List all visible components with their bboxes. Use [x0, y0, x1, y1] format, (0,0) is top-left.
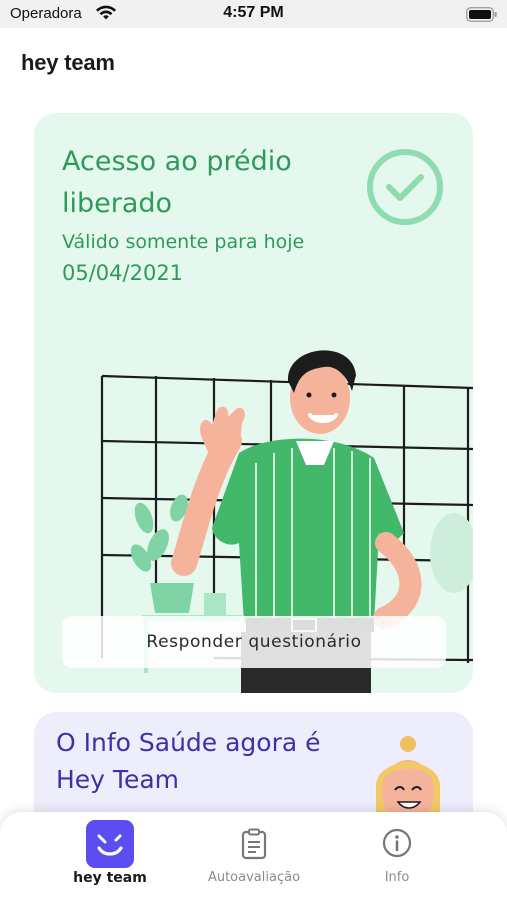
- clock: 4:57 PM: [223, 4, 284, 21]
- clipboard-icon: [241, 828, 267, 860]
- hey-team-logo-icon: [86, 820, 134, 868]
- nav-item-autoavaliacao[interactable]: Autoavaliação: [184, 812, 324, 900]
- access-date: 05/04/2021: [62, 261, 184, 285]
- status-bar: Operadora 4:57 PM: [0, 0, 507, 28]
- access-subtitle: Válido somente para hoje: [62, 231, 305, 253]
- nav-label-info: Info: [384, 870, 410, 885]
- access-card: Acesso ao prédio liberado Válido somente…: [34, 113, 473, 693]
- access-title: Acesso ao prédio liberado: [62, 146, 292, 219]
- bottom-navigation: hey team Autoavaliação Info: [0, 812, 507, 900]
- nav-item-hey-team[interactable]: hey team: [40, 812, 180, 900]
- info-card-title: O Info Saúde agora é Hey Team: [56, 728, 321, 794]
- nav-label-autoavaliacao: Autoavaliação: [207, 870, 301, 885]
- nav-item-info[interactable]: Info: [327, 812, 467, 900]
- app-title: hey team: [21, 50, 115, 75]
- nav-label-hey-team: hey team: [73, 870, 147, 886]
- check-circle-icon: [367, 149, 443, 225]
- info-icon: [382, 828, 412, 858]
- battery-icon: [466, 7, 497, 22]
- respond-questionnaire-button[interactable]: Responder questionário: [62, 616, 446, 668]
